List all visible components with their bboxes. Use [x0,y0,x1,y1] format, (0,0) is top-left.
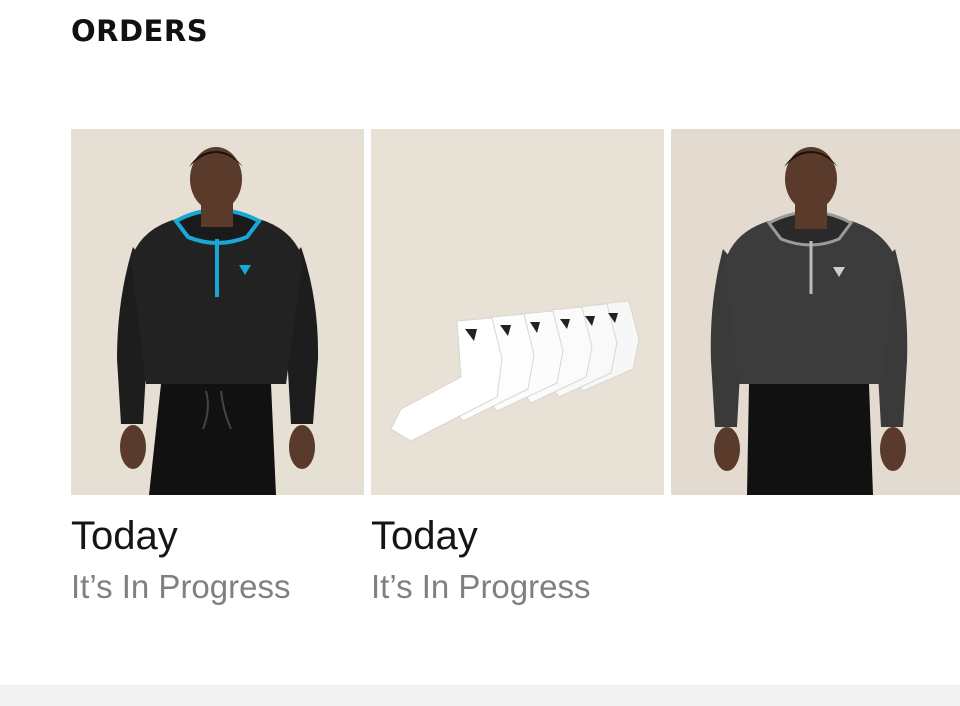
order-card[interactable]: Today It’s In Progress [371,129,664,607]
order-status: It’s In Progress [371,568,591,605]
socks-product-image[interactable] [371,129,664,495]
order-date: Today [371,514,478,558]
order-card[interactable]: Today It’s In Progress [71,129,364,607]
order-date: Today [71,514,178,558]
order-card[interactable] [671,129,960,607]
order-status: It’s In Progress [71,568,291,605]
hoodie-product-image[interactable] [71,129,364,495]
bottom-divider-bar [0,685,960,706]
grey-hoodie-product-image[interactable] [671,129,960,495]
orders-carousel[interactable]: Today It’s In Progress Today It’s In Pro… [71,129,960,607]
orders-title: ORDERS [71,14,209,48]
